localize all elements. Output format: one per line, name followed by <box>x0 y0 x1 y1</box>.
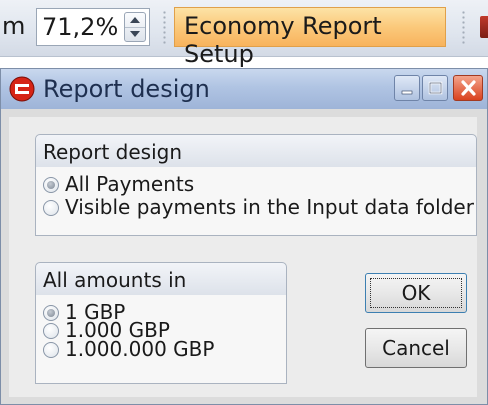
ok-button[interactable]: OK <box>365 273 467 313</box>
zoom-spinner[interactable] <box>124 12 146 42</box>
group-header: All amounts in <box>35 262 287 296</box>
radio-label[interactable]: Visible payments in the Input data folde… <box>65 195 474 219</box>
radio-button[interactable] <box>43 305 59 321</box>
group-title: Report design <box>43 140 183 164</box>
report-design-dialog: Report design Report design All Payments <box>0 68 488 405</box>
chevron-up-icon <box>130 17 140 23</box>
dialog-client-area: Report design All Payments Visible payme… <box>9 117 477 397</box>
minimize-icon <box>401 90 413 95</box>
zoom-label-fragment: m <box>2 12 25 40</box>
toolbar-icon-partial[interactable] <box>480 16 488 38</box>
zoom-value[interactable]: 71,2% <box>42 13 118 41</box>
group-body: 1 GBP 1.000 GBP 1.000.000 GBP <box>35 295 287 384</box>
radio-button[interactable] <box>43 323 59 339</box>
close-button[interactable] <box>453 75 483 101</box>
spin-down-button[interactable] <box>125 27 145 41</box>
zoom-input[interactable]: 71,2% <box>36 8 150 46</box>
toolbar-separator <box>462 10 465 46</box>
group-body: All Payments Visible payments in the Inp… <box>35 167 477 236</box>
radio-button[interactable] <box>43 200 59 216</box>
toolbar: m 71,2% Economy Report Setup <box>0 0 488 68</box>
group-header: Report design <box>35 134 477 168</box>
title-bar[interactable]: Report design <box>1 69 487 109</box>
toolbar-separator <box>163 10 166 46</box>
cancel-button[interactable]: Cancel <box>365 328 467 368</box>
maximize-button[interactable] <box>422 75 448 101</box>
radio-button[interactable] <box>43 342 59 358</box>
radio-label[interactable]: 1.000.000 GBP <box>65 337 214 361</box>
radio-label[interactable]: All Payments <box>65 172 194 196</box>
maximize-icon <box>428 81 443 95</box>
minimize-button[interactable] <box>394 75 420 101</box>
dialog-title: Report design <box>43 75 210 103</box>
amounts-group: All amounts in 1 GBP 1.000 GBP 1.000.000… <box>35 262 287 384</box>
close-icon <box>461 80 476 96</box>
report-design-group: Report design All Payments Visible payme… <box>35 134 477 236</box>
spin-up-button[interactable] <box>125 13 145 28</box>
app-logo-icon <box>9 76 35 102</box>
chevron-down-icon <box>130 31 140 37</box>
group-title: All amounts in <box>43 268 187 292</box>
economy-report-setup-button[interactable]: Economy Report Setup <box>174 7 446 68</box>
radio-button[interactable] <box>43 177 59 193</box>
